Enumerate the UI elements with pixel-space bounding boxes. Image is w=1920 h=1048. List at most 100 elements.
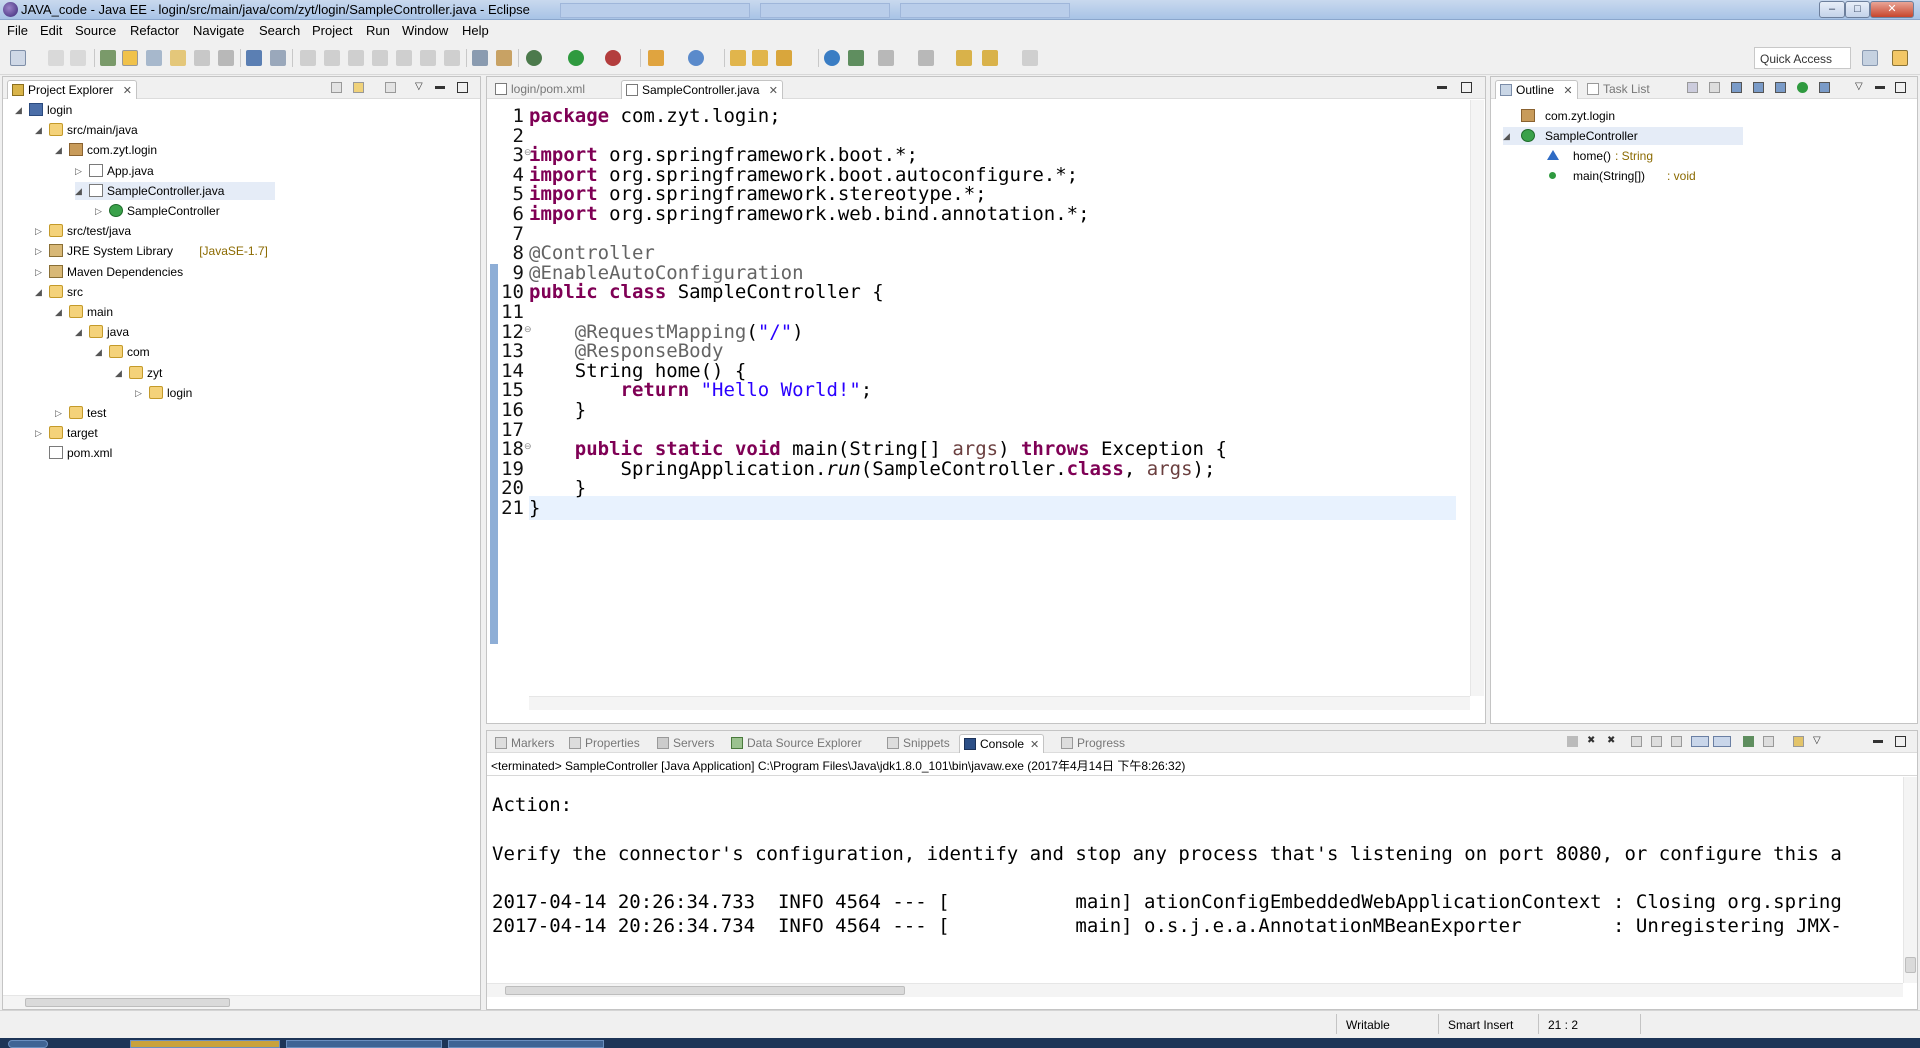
- search-icon[interactable]: [776, 50, 792, 66]
- close-icon[interactable]: ✕: [1563, 85, 1572, 97]
- maximize-view-icon[interactable]: [457, 82, 468, 93]
- menu-source[interactable]: Source: [75, 23, 116, 38]
- tab-project-explorer[interactable]: Project Explorer ✕: [7, 80, 137, 99]
- back-arrow-icon[interactable]: [982, 50, 998, 66]
- terminate-icon[interactable]: [1567, 736, 1578, 747]
- outline-item-class[interactable]: ◢ SampleController: [1503, 127, 1743, 145]
- console-vscroll[interactable]: [1903, 777, 1917, 983]
- menu-project[interactable]: Project: [312, 23, 352, 38]
- menu-file[interactable]: File: [7, 23, 28, 38]
- open-perspective-icon[interactable]: [1862, 50, 1878, 66]
- save-icon[interactable]: [48, 50, 64, 66]
- terminate-icon[interactable]: [348, 50, 364, 66]
- expand-arrow-icon[interactable]: ◢: [55, 142, 65, 158]
- pin-console-icon[interactable]: [1743, 736, 1754, 747]
- expand-arrow-icon[interactable]: ◢: [35, 122, 45, 138]
- expand-arrow-icon[interactable]: ▷: [35, 264, 45, 280]
- new-java-project-icon[interactable]: [648, 50, 664, 66]
- open-web-browser-icon[interactable]: [824, 50, 840, 66]
- open-task-icon[interactable]: [752, 50, 768, 66]
- expand-arrow-icon[interactable]: ◢: [95, 344, 105, 360]
- menu-search[interactable]: Search: [259, 23, 300, 38]
- remove-all-terminated-icon[interactable]: ✖: [1607, 736, 1618, 747]
- java-ee-perspective-icon[interactable]: [1892, 50, 1908, 66]
- collapse-all-icon[interactable]: [331, 82, 342, 93]
- expand-arrow-icon[interactable]: ▷: [135, 385, 145, 401]
- word-wrap-icon[interactable]: [1671, 736, 1682, 747]
- tab-snippets[interactable]: Snippets: [883, 734, 954, 753]
- expand-arrow-icon[interactable]: ◢: [55, 304, 65, 320]
- collapse-all-icon[interactable]: [1687, 82, 1698, 93]
- minimize-view-icon[interactable]: ▬: [1873, 736, 1884, 747]
- close-icon[interactable]: ✕: [769, 85, 778, 97]
- suspend-icon[interactable]: [324, 50, 340, 66]
- taskbar-item[interactable]: [448, 1040, 604, 1048]
- filter-icon[interactable]: [385, 82, 396, 93]
- tree-item[interactable]: ◢ SampleController.java: [75, 181, 275, 200]
- open-console-icon[interactable]: [1793, 736, 1804, 747]
- clear-console-icon[interactable]: [1631, 736, 1642, 747]
- scrollbar-thumb[interactable]: [505, 986, 905, 995]
- step-return-icon[interactable]: [444, 50, 460, 66]
- expand-arrow-icon[interactable]: ▷: [95, 203, 105, 219]
- view-menu-icon[interactable]: ▽: [415, 82, 426, 93]
- expand-arrow-icon[interactable]: ◢: [1503, 128, 1513, 144]
- tab-data-source-explorer[interactable]: Data Source Explorer: [727, 734, 866, 753]
- maximize-view-icon[interactable]: [1895, 736, 1906, 747]
- menu-edit[interactable]: Edit: [40, 23, 62, 38]
- code-editor[interactable]: 1 2 3 ⊖ 4 5 6 7 8 9 10 11 12 ⊖ 13 14 15 16 17 18 ⊖ 19 20 21 pac…: [488, 100, 1484, 722]
- tab-console[interactable]: Console ✕: [959, 734, 1045, 753]
- step-over-icon[interactable]: [420, 50, 436, 66]
- tab-properties[interactable]: Properties: [565, 734, 644, 753]
- expand-arrow-icon[interactable]: ◢: [115, 365, 125, 381]
- word-wrap-icon[interactable]: [194, 50, 210, 66]
- debug-icon[interactable]: [526, 50, 542, 66]
- minimize-view-icon[interactable]: ▬: [1875, 82, 1886, 93]
- new-icon[interactable]: [10, 50, 26, 66]
- close-icon[interactable]: ✕: [1030, 739, 1039, 751]
- tab-samplecontroller-java[interactable]: SampleController.java ✕: [621, 80, 783, 99]
- run-external-tools-icon[interactable]: [605, 50, 621, 66]
- taskbar-item[interactable]: [286, 1040, 442, 1048]
- minimize-window-button[interactable]: –: [1819, 1, 1845, 18]
- link-with-editor-icon[interactable]: [1819, 82, 1830, 93]
- expand-arrow-icon[interactable]: ◢: [75, 324, 85, 340]
- skip-breakpoints-icon[interactable]: [270, 50, 286, 66]
- step-into-icon[interactable]: [396, 50, 412, 66]
- display-selected-console-icon[interactable]: [1763, 736, 1774, 747]
- pin-icon[interactable]: [100, 50, 116, 66]
- menu-help[interactable]: Help: [462, 23, 489, 38]
- show-on-stdout-icon[interactable]: [1691, 736, 1709, 747]
- save-all-icon[interactable]: [70, 50, 86, 66]
- menu-navigate[interactable]: Navigate: [193, 23, 244, 38]
- console-hscroll[interactable]: [487, 983, 1903, 997]
- hide-local-types-icon[interactable]: [1797, 82, 1808, 93]
- publish-icon[interactable]: [848, 50, 864, 66]
- run-icon[interactable]: [568, 50, 584, 66]
- open-type-icon[interactable]: [730, 50, 746, 66]
- editor-vscroll[interactable]: [1470, 100, 1484, 696]
- terminal-icon[interactable]: [246, 50, 262, 66]
- expand-arrow-icon[interactable]: ▷: [35, 425, 45, 441]
- menu-run[interactable]: Run: [366, 23, 390, 38]
- scroll-lock-icon[interactable]: [1651, 736, 1662, 747]
- resume-icon[interactable]: [300, 50, 316, 66]
- close-icon[interactable]: ✕: [123, 85, 132, 97]
- tab-pom-xml[interactable]: login/pom.xml: [491, 80, 589, 99]
- scrollbar-thumb[interactable]: [25, 998, 230, 1007]
- expand-arrow-icon[interactable]: ◢: [15, 102, 25, 118]
- toggle-method-icon[interactable]: [496, 50, 512, 66]
- hide-non-public-icon[interactable]: [1775, 82, 1786, 93]
- disconnect-icon[interactable]: [372, 50, 388, 66]
- hide-static-icon[interactable]: [1753, 82, 1764, 93]
- menu-refactor[interactable]: Refactor: [130, 23, 179, 38]
- tab-servers[interactable]: Servers: [653, 734, 718, 753]
- close-window-button[interactable]: ✕: [1870, 1, 1914, 18]
- expand-arrow-icon[interactable]: ▷: [55, 405, 65, 421]
- tab-outline[interactable]: Outline ✕: [1495, 80, 1578, 99]
- start-button[interactable]: [8, 1040, 48, 1048]
- tab-progress[interactable]: Progress: [1057, 734, 1129, 753]
- expand-arrow-icon[interactable]: ◢: [75, 183, 85, 199]
- project-explorer-hscroll[interactable]: [3, 995, 480, 1009]
- hide-fields-icon[interactable]: [1731, 82, 1742, 93]
